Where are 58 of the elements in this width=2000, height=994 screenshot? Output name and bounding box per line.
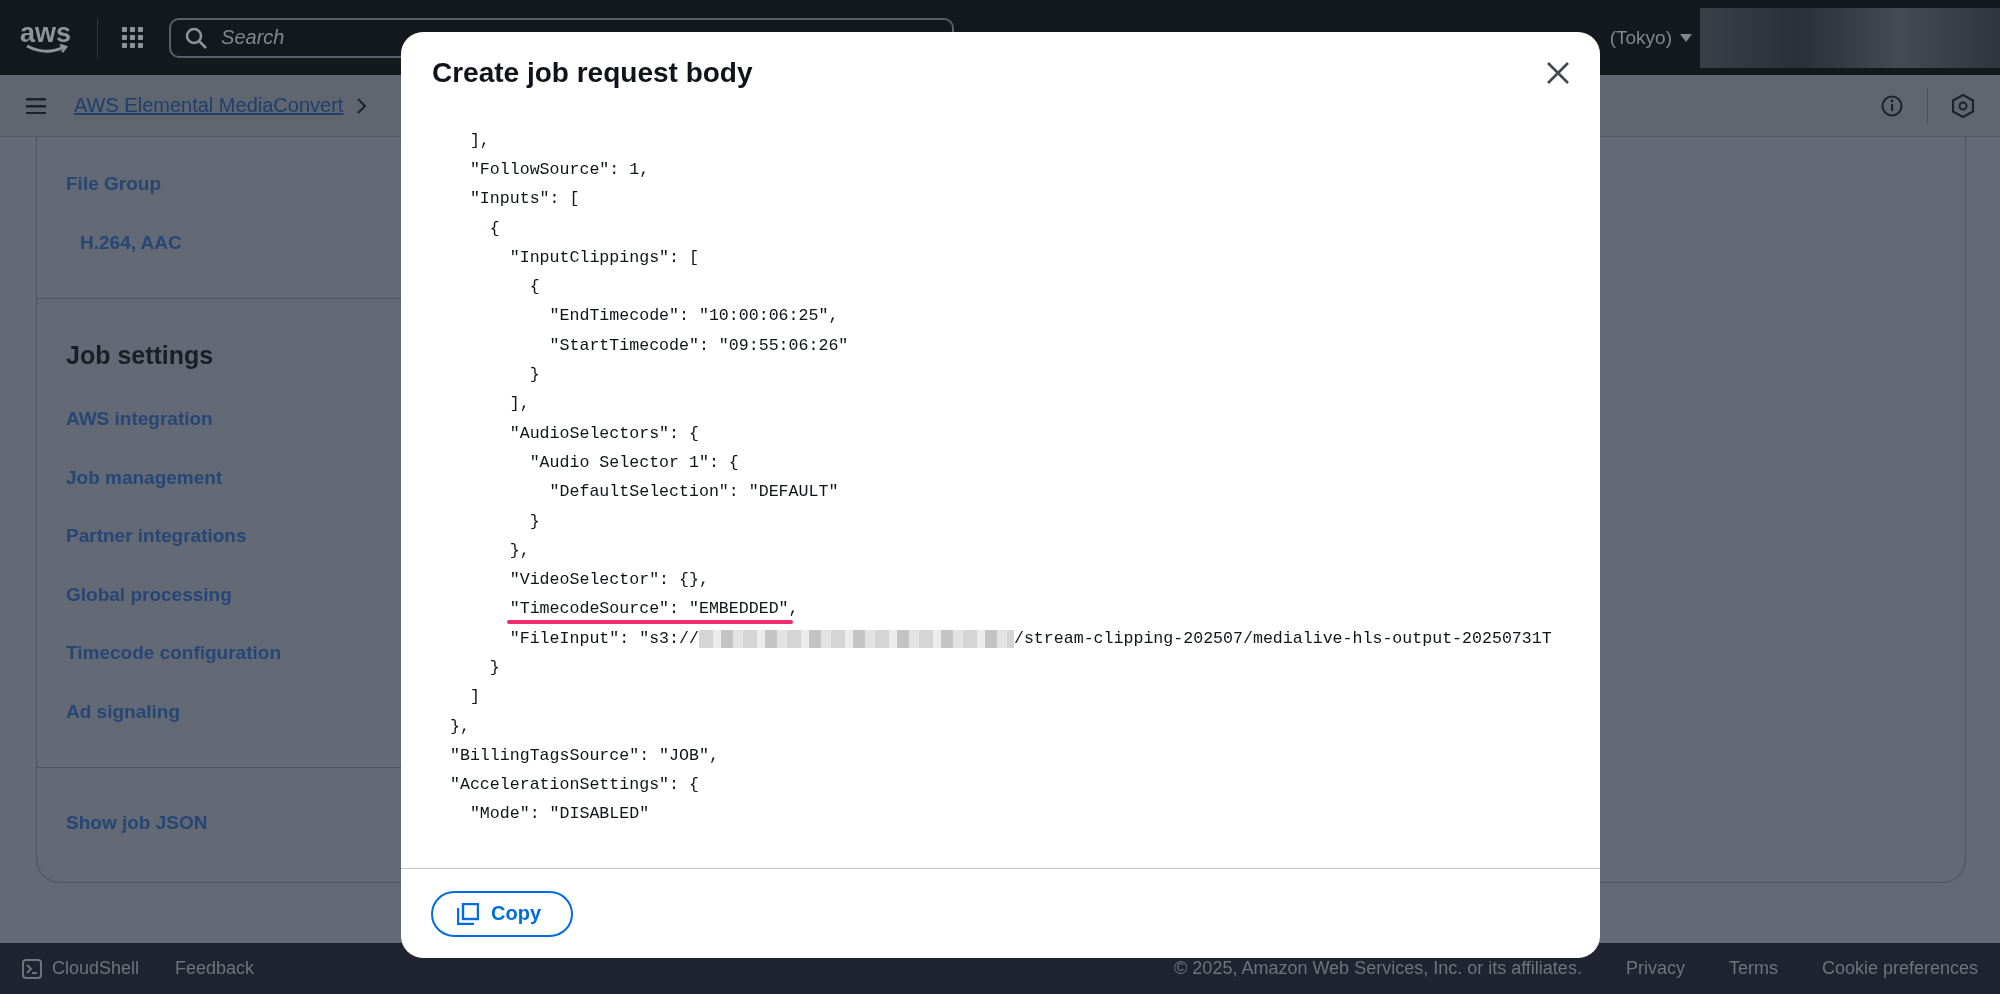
code-line: /stream-clipping-202507/medialive-hls-output-20250731T	[1013, 627, 1552, 650]
sidebar-link[interactable]: Timecode configuration	[66, 624, 281, 683]
sidebar-link[interactable]: Partner integrations	[66, 507, 247, 566]
code-line: "VideoSelector": {},	[508, 569, 709, 592]
code-line: "Inputs": [	[468, 188, 580, 211]
info-icon[interactable]	[1881, 94, 1903, 117]
chevron-right-icon	[357, 97, 367, 114]
code-line: ],	[508, 393, 530, 416]
code-line: {	[488, 217, 500, 240]
sidebar-link[interactable]: AWS integration	[66, 390, 213, 449]
code-line: ]	[468, 686, 480, 709]
copy-icon	[457, 902, 479, 925]
section-heading: Job settings	[66, 341, 215, 370]
aws-logo[interactable]: aws	[20, 21, 72, 54]
code-line: },	[450, 715, 470, 738]
region-selector[interactable]: (Tokyo)	[1609, 26, 1672, 49]
code-line: "StartTimecode": "09:55:06:26"	[548, 334, 849, 357]
sidebar-link[interactable]: H.264, AAC	[80, 213, 182, 272]
code-line: }	[528, 364, 540, 386]
cloudshell-button[interactable]: CloudShell	[22, 958, 140, 979]
code-line: ],	[468, 129, 490, 152]
feedback-link[interactable]: Feedback	[175, 958, 255, 979]
copy-button[interactable]: Copy	[431, 890, 573, 937]
footer-link[interactable]: Terms	[1728, 958, 1778, 979]
dialog-title: Create job request body	[432, 57, 753, 89]
sidebar-link[interactable]: Global processing	[66, 565, 232, 624]
code-line: {	[528, 276, 540, 299]
code-line: },	[508, 539, 530, 562]
search-icon	[185, 26, 208, 49]
grid-menu-icon[interactable]	[122, 27, 144, 48]
code-line: "AccelerationSettings": {	[450, 774, 699, 797]
sidebar-link[interactable]: Show job JSON	[66, 794, 208, 853]
code-line: "DefaultSelection": "DEFAULT"	[548, 481, 839, 504]
code-line: "AudioSelectors": {	[508, 422, 699, 445]
code-line: "FileInput": "s3://	[508, 627, 699, 650]
menu-icon[interactable]	[26, 97, 46, 114]
code-line: "FollowSource": 1,	[468, 158, 650, 181]
sidebar-link[interactable]: File Group	[66, 155, 161, 214]
code-line: }	[488, 657, 500, 679]
code-line: "EndTimecode": "10:00:06:25",	[548, 305, 839, 328]
code-line: "Mode": "DISABLED"	[468, 803, 650, 826]
account-menu[interactable]	[1700, 7, 2000, 68]
caret-down-icon[interactable]	[1680, 33, 1692, 42]
sidebar-link[interactable]: Job management	[66, 448, 223, 507]
breadcrumb-link[interactable]: AWS Elemental MediaConvert	[74, 94, 344, 117]
copyright-text: © 2025, Amazon Web Services, Inc. or its affiliates.	[1174, 958, 1582, 979]
footer-link[interactable]: Cookie preferences	[1821, 958, 1978, 979]
terminal-icon	[22, 958, 42, 979]
close-icon	[1546, 61, 1570, 85]
close-button[interactable]	[1546, 61, 1570, 85]
code-line: "BillingTagsSource": "JOB",	[450, 744, 719, 767]
footer-link[interactable]: Privacy	[1625, 958, 1685, 979]
code-line: "Audio Selector 1": {	[528, 451, 739, 474]
sidebar-link[interactable]: Ad signaling	[66, 682, 180, 741]
code-line: "TimecodeSource": "EMBEDDED",	[508, 598, 799, 621]
hexagon-icon[interactable]	[1952, 93, 1974, 118]
code-line: }	[528, 510, 540, 533]
code-line: "InputClippings": [	[508, 246, 699, 269]
